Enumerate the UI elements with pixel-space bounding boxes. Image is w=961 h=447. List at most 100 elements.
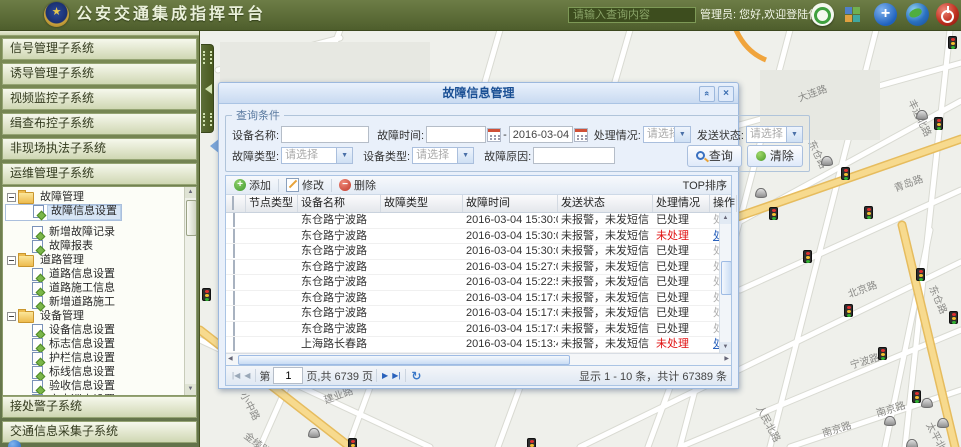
tree-node[interactable]: 标线信息设置 — [5, 365, 183, 379]
handle-status-select[interactable]: 请选择▼ — [643, 126, 691, 143]
calendar-icon[interactable] — [574, 128, 588, 142]
column-header-2[interactable]: 故障类型 — [381, 195, 463, 212]
fault-time-to-input[interactable] — [509, 126, 573, 143]
traffic-light-icon[interactable] — [527, 438, 536, 447]
row-checkbox[interactable] — [233, 306, 235, 320]
tree-scrollbar-thumb[interactable] — [186, 200, 197, 236]
traffic-light-icon[interactable] — [864, 206, 873, 219]
search-button[interactable]: 查询 — [687, 145, 742, 167]
tree-node[interactable]: 新增故障记录 — [5, 225, 183, 239]
traffic-light-icon[interactable] — [934, 117, 943, 130]
traffic-light-icon[interactable] — [803, 250, 812, 263]
camera-icon[interactable] — [755, 188, 767, 198]
top-sort-label[interactable]: TOP排序 — [683, 177, 727, 193]
sidebar-item-1[interactable]: 诱导管理子系统 — [2, 63, 197, 85]
fault-time-from-input[interactable] — [426, 126, 486, 143]
tree-node[interactable]: 新增道路施工 — [5, 295, 183, 309]
table-row[interactable]: 东仓路宁波路2016-03-04 15:30:00未报警，未发短信已处理处理 — [226, 244, 731, 260]
edit-button[interactable]: 修改 — [282, 177, 328, 193]
first-page-icon[interactable]: |◀ — [230, 371, 242, 380]
send-status-select[interactable]: 请选择▼ — [746, 126, 803, 143]
vscrollbar-thumb[interactable] — [721, 261, 731, 295]
traffic-light-icon[interactable] — [912, 390, 921, 403]
chevron-down-icon[interactable]: ▼ — [674, 127, 690, 142]
traffic-light-icon[interactable] — [841, 167, 850, 180]
recycle-icon[interactable] — [811, 3, 834, 26]
camera-icon[interactable] — [821, 156, 833, 166]
table-row[interactable]: 东仓路宁波路2016-03-04 15:17:01未报警，未发短信已处理处理 — [226, 322, 731, 338]
grid-hscrollbar[interactable]: ◀ ▶ — [226, 353, 731, 365]
tree-node[interactable]: 设备信息设置 — [5, 323, 183, 337]
calendar-icon[interactable] — [487, 128, 501, 142]
sidebar-item-2[interactable]: 视频监控子系统 — [2, 88, 197, 110]
tree-node[interactable]: 道路管理 — [5, 253, 183, 267]
column-header-0[interactable]: 节点类型 — [246, 195, 298, 212]
column-header-3[interactable]: 故障时间 — [463, 195, 558, 212]
camera-icon[interactable] — [921, 398, 933, 408]
sidebar-bottom-item-0[interactable]: 接处警子系统 — [2, 396, 197, 418]
refresh-icon[interactable]: ↻ — [409, 369, 423, 383]
tree-node[interactable]: 故障信息设置 — [5, 204, 122, 221]
tree-scrollbar[interactable]: ▲ ▼ — [184, 187, 196, 395]
camera-icon[interactable] — [308, 428, 320, 438]
tree-node[interactable]: 标志信息设置 — [5, 337, 183, 351]
collapse-minus-icon[interactable] — [7, 193, 16, 202]
tree-node[interactable]: 护栏信息设置 — [5, 351, 183, 365]
row-checkbox[interactable] — [233, 275, 235, 289]
scroll-right-icon[interactable]: ▶ — [724, 355, 729, 364]
camera-icon[interactable] — [884, 416, 896, 426]
prev-page-icon[interactable]: ◀ — [242, 371, 252, 380]
power-icon[interactable] — [936, 3, 959, 26]
table-row[interactable]: 东仓路宁波路2016-03-04 15:30:00未报警，未发短信已处理处理 — [226, 213, 731, 229]
table-row[interactable]: 东仓路宁波路2016-03-04 15:17:01未报警，未发短信已处理处理 — [226, 291, 731, 307]
page-number-input[interactable] — [273, 367, 303, 384]
clear-button[interactable]: 清除 — [747, 145, 803, 167]
table-row[interactable]: 东仓路宁波路2016-03-04 15:22:50未报警，未发短信已处理处理 — [226, 275, 731, 291]
row-checkbox[interactable] — [233, 229, 235, 243]
table-row[interactable]: 东仓路宁波路2016-03-04 15:30:00未报警，未发短信未处理处理 — [226, 229, 731, 245]
collapse-minus-icon[interactable] — [7, 256, 16, 265]
row-checkbox[interactable] — [233, 213, 235, 227]
fault-type-select[interactable]: 请选择▼ — [281, 147, 353, 164]
apps-grid-icon[interactable] — [845, 7, 861, 23]
chevron-down-icon[interactable]: ▼ — [786, 127, 802, 142]
scroll-up-icon[interactable]: ▲ — [720, 213, 731, 224]
last-page-icon[interactable]: ▶| — [390, 371, 402, 380]
traffic-light-icon[interactable] — [348, 438, 357, 447]
row-checkbox[interactable] — [233, 322, 235, 336]
header-search-input[interactable] — [568, 7, 696, 23]
tree-node[interactable]: 验收信息设置 — [5, 379, 183, 393]
delete-button[interactable]: −删除 — [335, 177, 380, 193]
table-row[interactable]: 东仓路宁波路2016-03-04 15:27:00未报警，未发短信已处理处理 — [226, 260, 731, 276]
traffic-light-icon[interactable] — [916, 268, 925, 281]
sidebar-item-4[interactable]: 非现场执法子系统 — [2, 138, 197, 160]
traffic-light-icon[interactable] — [202, 288, 211, 301]
column-header-4[interactable]: 发送状态 — [558, 195, 653, 212]
column-header-6[interactable]: 操作 — [710, 195, 737, 212]
sidebar-item-3[interactable]: 缉查布控子系统 — [2, 113, 197, 135]
sidebar-item-0[interactable]: 信号管理子系统 — [2, 38, 197, 60]
device-type-select[interactable]: 请选择▼ — [412, 147, 474, 164]
row-checkbox[interactable] — [233, 260, 235, 274]
traffic-light-icon[interactable] — [769, 207, 778, 220]
scroll-down-icon[interactable]: ▼ — [720, 342, 731, 353]
row-checkbox[interactable] — [233, 337, 235, 351]
traffic-light-icon[interactable] — [844, 304, 853, 317]
globe-icon[interactable] — [906, 3, 929, 26]
row-checkbox[interactable] — [233, 244, 235, 258]
scroll-left-icon[interactable]: ◀ — [228, 355, 233, 364]
select-all-checkbox[interactable] — [232, 196, 234, 210]
tree-node[interactable]: 道路信息设置 — [5, 267, 183, 281]
close-window-icon[interactable]: × — [718, 86, 734, 102]
add-icon[interactable]: + — [874, 3, 897, 26]
camera-icon[interactable] — [937, 418, 949, 428]
tree-node[interactable]: 故障管理 — [5, 190, 183, 204]
table-row[interactable]: 上海路长春路2016-03-04 15:13:45未报警，未发短信未处理处理 — [226, 337, 731, 353]
collapse-window-icon[interactable]: » — [699, 86, 715, 102]
sidebar-collapse-handle[interactable] — [201, 44, 214, 133]
mini-globe-icon[interactable] — [8, 440, 21, 447]
table-row[interactable]: 东仓路宁波路2016-03-04 15:17:01未报警，未发短信已处理处理 — [226, 306, 731, 322]
collapse-minus-icon[interactable] — [7, 312, 16, 321]
tree-node[interactable]: 故障报表 — [5, 239, 183, 253]
traffic-light-icon[interactable] — [949, 311, 958, 324]
